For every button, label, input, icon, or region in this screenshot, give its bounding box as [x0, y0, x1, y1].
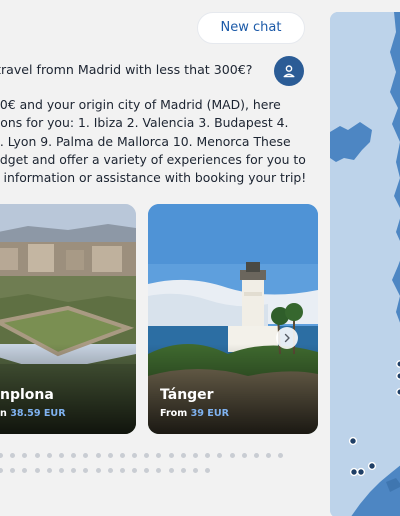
pagination-dot[interactable] [193, 468, 198, 473]
carousel-next-button[interactable] [276, 327, 298, 349]
assistant-line: e information or assistance with booking… [0, 170, 307, 186]
person-icon [283, 65, 295, 78]
pagination-dot[interactable] [22, 453, 28, 458]
pagination-dot[interactable] [95, 468, 101, 473]
assistant-line: 00€ and your origin city of Madrid (MAD)… [0, 97, 281, 112]
assistant-line: udget and offer a variety of experiences… [0, 151, 306, 167]
destination-price: 38.59 EUR [10, 408, 66, 419]
destination-price-row: n 38.59 EUR [0, 408, 66, 419]
destination-card[interactable]: nplona n 38.59 EUR [0, 204, 136, 434]
pagination-dot[interactable] [10, 468, 16, 473]
destination-price-row: From 39 EUR [160, 408, 229, 419]
pagination-dot[interactable] [144, 468, 150, 473]
new-chat-button[interactable]: New chat [197, 12, 305, 44]
pagination-dot[interactable] [22, 468, 28, 473]
pagination-dot[interactable] [168, 468, 174, 473]
pagination-dot[interactable] [217, 453, 223, 458]
carousel-pagination [0, 468, 308, 473]
carousel-pagination [0, 453, 308, 458]
pagination-dot[interactable] [34, 453, 40, 458]
pagination-dot[interactable] [46, 468, 52, 473]
pagination-dot[interactable] [253, 453, 259, 458]
pagination-dot[interactable] [95, 453, 101, 458]
map-marker [349, 467, 359, 477]
pagination-dot[interactable] [58, 468, 64, 473]
pagination-dot[interactable] [119, 453, 125, 458]
pagination-dot[interactable] [119, 468, 125, 473]
map-marker [356, 467, 366, 477]
destination-city: Tánger [160, 387, 214, 403]
pagination-dot[interactable] [180, 468, 186, 473]
pagination-dot[interactable] [156, 468, 162, 473]
pagination-dot[interactable] [205, 453, 211, 458]
pagination-dot[interactable] [71, 453, 77, 458]
pagination-dot[interactable] [71, 468, 77, 473]
pagination-dot[interactable] [0, 468, 3, 473]
pagination-dot[interactable] [46, 453, 52, 458]
destination-price: 39 EUR [190, 408, 230, 419]
pagination-dot[interactable] [193, 453, 198, 458]
pagination-dot[interactable] [58, 453, 64, 458]
map-marker [348, 436, 358, 446]
pagination-dot[interactable] [266, 453, 272, 458]
destinations-map[interactable] [330, 12, 400, 516]
price-prefix: From [160, 408, 188, 419]
pagination-dot[interactable] [156, 453, 162, 458]
pagination-dot[interactable] [144, 453, 150, 458]
pagination-dot[interactable] [0, 453, 3, 458]
chevron-right-icon [284, 333, 290, 343]
pagination-dot[interactable] [241, 453, 247, 458]
map-canvas [330, 12, 400, 516]
pagination-dot[interactable] [132, 453, 138, 458]
destination-city: nplona [0, 387, 54, 403]
pagination-dot[interactable] [83, 453, 89, 458]
assistant-message: 00€ and your origin city of Madrid (MAD)… [0, 96, 310, 187]
pagination-dot[interactable] [107, 468, 113, 473]
price-prefix: n [0, 408, 7, 419]
pagination-dot[interactable] [107, 453, 113, 458]
destination-card[interactable]: Tánger From 39 EUR [148, 204, 318, 434]
user-message: travel fromn Madrid with less that 300€? [0, 62, 253, 77]
assistant-line: tions for you: 1. Ibiza 2. Valencia 3. B… [0, 115, 289, 131]
pagination-dot[interactable] [132, 468, 138, 473]
pagination-dot[interactable] [205, 468, 211, 473]
assistant-line: 8. Lyon 9. Palma de Mallorca 10. Menorca… [0, 133, 291, 149]
pagination-dot[interactable] [10, 453, 16, 458]
pagination-dot[interactable] [168, 453, 174, 458]
pagination-dot[interactable] [180, 453, 186, 458]
user-avatar [274, 56, 304, 86]
map-marker [367, 461, 377, 471]
pagination-dot[interactable] [278, 453, 284, 458]
pagination-dot[interactable] [83, 468, 89, 473]
pagination-dot[interactable] [229, 453, 235, 458]
pagination-dot[interactable] [34, 468, 40, 473]
